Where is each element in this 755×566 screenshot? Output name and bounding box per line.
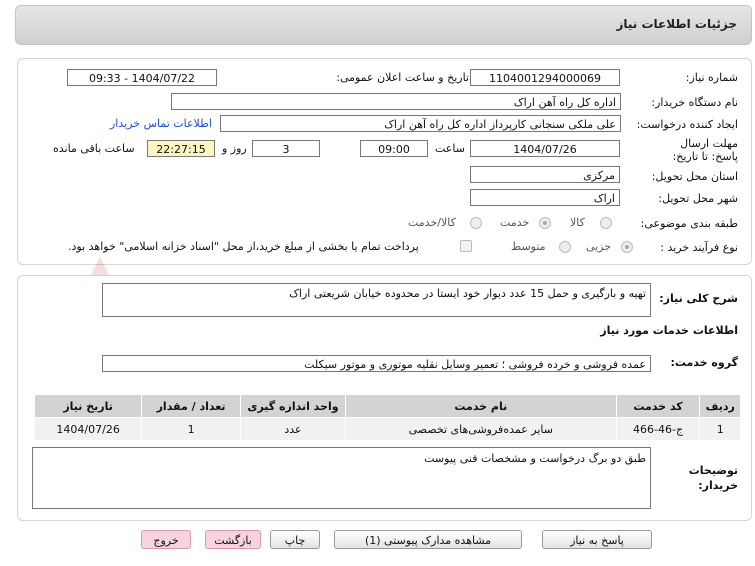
table-header-row: ردیف کد خدمت نام خدمت واحد اندازه گیری ت… — [33, 394, 741, 418]
cell-qty: 1 — [141, 417, 241, 441]
buyer-notes-field: طبق دو برگ درخواست و مشخصات فنی پیوست — [32, 447, 651, 509]
col-qty-header: تعداد / مقدار — [141, 394, 241, 418]
view-attachments-button[interactable]: مشاهده مدارک پیوستی (1) — [334, 530, 522, 549]
cell-name: سایر عمده‌فروشی‌های تخصصی — [345, 417, 617, 441]
remaining-time-label: ساعت باقی مانده — [53, 142, 135, 155]
service-group-field: عمده فروشی و خرده فروشی ؛ تعمیر وسایل نق… — [102, 355, 651, 372]
category-option-service: خدمت — [500, 216, 530, 229]
col-unit-header: واحد اندازه گیری — [239, 394, 347, 418]
col-date-header: تاریخ نیاز — [33, 394, 143, 418]
cell-code: ج-46-466 — [615, 417, 701, 441]
category-radio-goods-service[interactable] — [470, 217, 482, 229]
purchase-option-medium: متوسط — [511, 240, 546, 253]
page-header: جزئیات اطلاعات نیاز — [15, 5, 752, 45]
category-option-goods-service: کالا/خدمت — [408, 216, 456, 229]
table-row: 1 ج-46-466 سایر عمده‌فروشی‌های تخصصی عدد… — [33, 417, 741, 441]
category-radio-goods[interactable] — [600, 217, 612, 229]
cell-unit: عدد — [239, 417, 347, 441]
back-button[interactable]: بازگشت — [205, 530, 261, 549]
remaining-time-field: 22:27:15 — [147, 140, 215, 157]
buyer-org-field: اداره کل راه آهن اراک — [171, 93, 621, 110]
creator-label: ایجاد کننده درخواست: — [636, 118, 738, 131]
buyer-contact-link[interactable]: اطلاعات تماس خریدار — [110, 117, 212, 130]
announce-datetime-label: تاریخ و ساعت اعلان عمومی: — [336, 71, 469, 84]
need-info-panel — [17, 58, 752, 265]
treasury-checkbox[interactable] — [460, 240, 472, 252]
category-label: طبقه بندی موضوعی: — [640, 217, 738, 230]
province-label: استان محل تحویل: — [651, 170, 738, 183]
province-field: مرکزی — [470, 166, 620, 183]
treasury-note: پرداخت تمام یا بخشی از مبلغ خرید،از محل … — [68, 240, 419, 253]
city-label: شهر محل تحویل: — [658, 192, 738, 205]
deadline-time-field: 09:00 — [360, 140, 428, 157]
deadline-date-field: 1404/07/26 — [470, 140, 620, 157]
services-table: ردیف کد خدمت نام خدمت واحد اندازه گیری ت… — [33, 394, 741, 441]
deadline-days-field: 3 — [252, 140, 320, 157]
deadline-days-label: روز و — [222, 142, 247, 155]
services-section-title: اطلاعات خدمات مورد نیاز — [600, 324, 738, 337]
print-button[interactable]: چاپ — [270, 530, 320, 549]
purchase-option-minor: جزیی — [586, 240, 612, 253]
col-name-header: نام خدمت — [345, 394, 617, 418]
description-label: شرح کلی نیاز: — [659, 292, 738, 305]
service-group-label: گروه خدمت: — [670, 356, 738, 369]
reply-button[interactable]: پاسخ به نیاز — [542, 530, 652, 549]
exit-button[interactable]: خروج — [141, 530, 191, 549]
category-option-goods: کالا — [570, 216, 585, 229]
page-title: جزئیات اطلاعات نیاز — [616, 17, 737, 31]
cell-date: 1404/07/26 — [33, 417, 143, 441]
purchase-type-label: نوع فرآیند خرید : — [660, 241, 738, 254]
category-radio-service[interactable] — [539, 217, 551, 229]
city-field: اراک — [470, 189, 620, 206]
creator-field: علی ملکی سنجانی کارپرداز اداره کل راه آه… — [220, 115, 621, 132]
col-code-header: کد خدمت — [615, 394, 701, 418]
buyer-org-label: نام دستگاه خریدار: — [651, 96, 738, 109]
need-number-label: شماره نیاز: — [685, 71, 738, 84]
cell-row: 1 — [699, 417, 741, 441]
buyer-notes-label: توضیحات خریدار: — [688, 464, 738, 492]
description-field: تهیه و بارگیری و حمل 15 عدد دیوار خود ای… — [102, 283, 651, 317]
col-row-header: ردیف — [699, 394, 741, 418]
purchase-radio-minor[interactable] — [621, 241, 633, 253]
deadline-label: مهلت ارسال پاسخ: تا تاریخ: — [672, 137, 738, 163]
announce-datetime-field: 1404/07/22 - 09:33 — [67, 69, 217, 86]
need-number-field: 1104001294000069 — [470, 69, 620, 86]
purchase-radio-medium[interactable] — [559, 241, 571, 253]
deadline-time-label: ساعت — [435, 142, 465, 155]
